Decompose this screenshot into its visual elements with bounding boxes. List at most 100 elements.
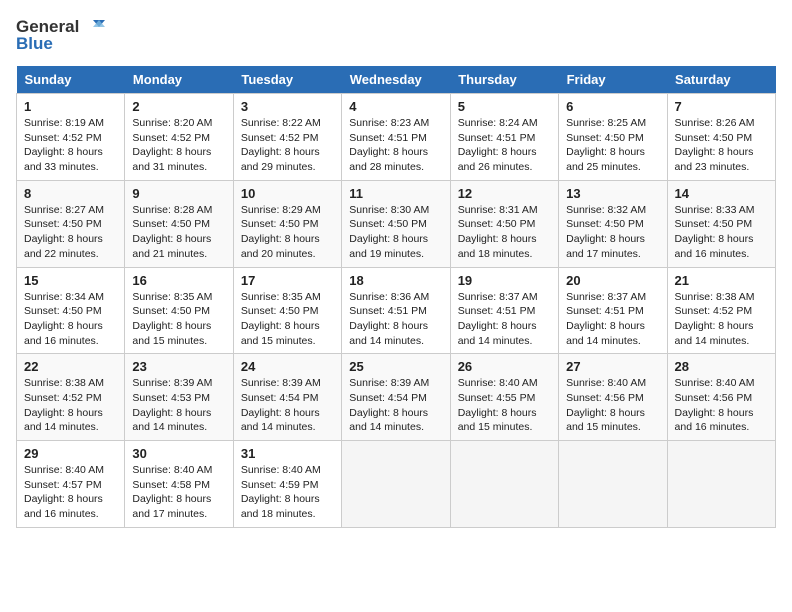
day-info: Sunrise: 8:32 AM Sunset: 4:50 PM Dayligh… xyxy=(566,203,659,262)
sunset-label: Sunset: 4:52 PM xyxy=(24,392,102,404)
sunset-label: Sunset: 4:56 PM xyxy=(675,392,753,404)
calendar-cell: 9 Sunrise: 8:28 AM Sunset: 4:50 PM Dayli… xyxy=(125,180,233,267)
sunset-label: Sunset: 4:50 PM xyxy=(24,305,102,317)
calendar-cell: 1 Sunrise: 8:19 AM Sunset: 4:52 PM Dayli… xyxy=(17,94,125,181)
col-header-saturday: Saturday xyxy=(667,66,775,94)
sunset-label: Sunset: 4:50 PM xyxy=(241,305,319,317)
sunrise-label: Sunrise: 8:34 AM xyxy=(24,291,104,303)
col-header-thursday: Thursday xyxy=(450,66,558,94)
daylight-label: Daylight: 8 hours and 20 minutes. xyxy=(241,233,320,260)
daylight-label: Daylight: 8 hours and 28 minutes. xyxy=(349,146,428,173)
day-number: 3 xyxy=(241,99,334,114)
day-info: Sunrise: 8:19 AM Sunset: 4:52 PM Dayligh… xyxy=(24,116,117,175)
sunrise-label: Sunrise: 8:35 AM xyxy=(241,291,321,303)
col-header-friday: Friday xyxy=(559,66,667,94)
col-header-wednesday: Wednesday xyxy=(342,66,450,94)
sunrise-label: Sunrise: 8:38 AM xyxy=(675,291,755,303)
sunrise-label: Sunrise: 8:19 AM xyxy=(24,117,104,129)
sunrise-label: Sunrise: 8:28 AM xyxy=(132,204,212,216)
daylight-label: Daylight: 8 hours and 15 minutes. xyxy=(566,407,645,434)
calendar-week-row: 29 Sunrise: 8:40 AM Sunset: 4:57 PM Dayl… xyxy=(17,441,776,528)
calendar-cell: 14 Sunrise: 8:33 AM Sunset: 4:50 PM Dayl… xyxy=(667,180,775,267)
daylight-label: Daylight: 8 hours and 31 minutes. xyxy=(132,146,211,173)
day-info: Sunrise: 8:25 AM Sunset: 4:50 PM Dayligh… xyxy=(566,116,659,175)
sunset-label: Sunset: 4:57 PM xyxy=(24,479,102,491)
col-header-sunday: Sunday xyxy=(17,66,125,94)
day-number: 27 xyxy=(566,359,659,374)
day-info: Sunrise: 8:40 AM Sunset: 4:57 PM Dayligh… xyxy=(24,463,117,522)
day-number: 12 xyxy=(458,186,551,201)
sunset-label: Sunset: 4:53 PM xyxy=(132,392,210,404)
page-header: General Blue xyxy=(16,16,776,54)
sunset-label: Sunset: 4:54 PM xyxy=(241,392,319,404)
calendar-cell xyxy=(342,441,450,528)
day-number: 19 xyxy=(458,273,551,288)
sunset-label: Sunset: 4:52 PM xyxy=(241,132,319,144)
day-info: Sunrise: 8:40 AM Sunset: 4:58 PM Dayligh… xyxy=(132,463,225,522)
calendar-cell: 21 Sunrise: 8:38 AM Sunset: 4:52 PM Dayl… xyxy=(667,267,775,354)
daylight-label: Daylight: 8 hours and 17 minutes. xyxy=(132,493,211,520)
calendar-cell: 18 Sunrise: 8:36 AM Sunset: 4:51 PM Dayl… xyxy=(342,267,450,354)
calendar-cell: 25 Sunrise: 8:39 AM Sunset: 4:54 PM Dayl… xyxy=(342,354,450,441)
sunset-label: Sunset: 4:50 PM xyxy=(24,218,102,230)
daylight-label: Daylight: 8 hours and 14 minutes. xyxy=(132,407,211,434)
calendar-cell: 11 Sunrise: 8:30 AM Sunset: 4:50 PM Dayl… xyxy=(342,180,450,267)
day-number: 21 xyxy=(675,273,768,288)
day-number: 17 xyxy=(241,273,334,288)
day-info: Sunrise: 8:30 AM Sunset: 4:50 PM Dayligh… xyxy=(349,203,442,262)
day-info: Sunrise: 8:33 AM Sunset: 4:50 PM Dayligh… xyxy=(675,203,768,262)
day-number: 1 xyxy=(24,99,117,114)
calendar-cell: 29 Sunrise: 8:40 AM Sunset: 4:57 PM Dayl… xyxy=(17,441,125,528)
calendar-week-row: 15 Sunrise: 8:34 AM Sunset: 4:50 PM Dayl… xyxy=(17,267,776,354)
calendar-cell: 28 Sunrise: 8:40 AM Sunset: 4:56 PM Dayl… xyxy=(667,354,775,441)
daylight-label: Daylight: 8 hours and 14 minutes. xyxy=(241,407,320,434)
day-number: 30 xyxy=(132,446,225,461)
day-info: Sunrise: 8:37 AM Sunset: 4:51 PM Dayligh… xyxy=(458,290,551,349)
sunrise-label: Sunrise: 8:33 AM xyxy=(675,204,755,216)
sunset-label: Sunset: 4:50 PM xyxy=(675,218,753,230)
day-number: 31 xyxy=(241,446,334,461)
sunrise-label: Sunrise: 8:40 AM xyxy=(458,377,538,389)
daylight-label: Daylight: 8 hours and 21 minutes. xyxy=(132,233,211,260)
sunrise-label: Sunrise: 8:38 AM xyxy=(24,377,104,389)
calendar-cell: 31 Sunrise: 8:40 AM Sunset: 4:59 PM Dayl… xyxy=(233,441,341,528)
daylight-label: Daylight: 8 hours and 14 minutes. xyxy=(349,407,428,434)
day-number: 28 xyxy=(675,359,768,374)
day-number: 20 xyxy=(566,273,659,288)
day-info: Sunrise: 8:39 AM Sunset: 4:54 PM Dayligh… xyxy=(349,376,442,435)
daylight-label: Daylight: 8 hours and 17 minutes. xyxy=(566,233,645,260)
daylight-label: Daylight: 8 hours and 16 minutes. xyxy=(675,407,754,434)
day-info: Sunrise: 8:35 AM Sunset: 4:50 PM Dayligh… xyxy=(132,290,225,349)
daylight-label: Daylight: 8 hours and 14 minutes. xyxy=(675,320,754,347)
day-number: 25 xyxy=(349,359,442,374)
calendar-cell: 26 Sunrise: 8:40 AM Sunset: 4:55 PM Dayl… xyxy=(450,354,558,441)
calendar-cell: 12 Sunrise: 8:31 AM Sunset: 4:50 PM Dayl… xyxy=(450,180,558,267)
sunrise-label: Sunrise: 8:32 AM xyxy=(566,204,646,216)
daylight-label: Daylight: 8 hours and 14 minutes. xyxy=(458,320,537,347)
sunrise-label: Sunrise: 8:30 AM xyxy=(349,204,429,216)
day-info: Sunrise: 8:24 AM Sunset: 4:51 PM Dayligh… xyxy=(458,116,551,175)
day-info: Sunrise: 8:28 AM Sunset: 4:50 PM Dayligh… xyxy=(132,203,225,262)
sunrise-label: Sunrise: 8:40 AM xyxy=(566,377,646,389)
day-info: Sunrise: 8:31 AM Sunset: 4:50 PM Dayligh… xyxy=(458,203,551,262)
sunset-label: Sunset: 4:52 PM xyxy=(24,132,102,144)
sunset-label: Sunset: 4:51 PM xyxy=(458,305,536,317)
sunrise-label: Sunrise: 8:25 AM xyxy=(566,117,646,129)
calendar-cell: 24 Sunrise: 8:39 AM Sunset: 4:54 PM Dayl… xyxy=(233,354,341,441)
day-info: Sunrise: 8:40 AM Sunset: 4:56 PM Dayligh… xyxy=(675,376,768,435)
day-number: 26 xyxy=(458,359,551,374)
day-info: Sunrise: 8:40 AM Sunset: 4:59 PM Dayligh… xyxy=(241,463,334,522)
day-info: Sunrise: 8:26 AM Sunset: 4:50 PM Dayligh… xyxy=(675,116,768,175)
day-info: Sunrise: 8:34 AM Sunset: 4:50 PM Dayligh… xyxy=(24,290,117,349)
sunset-label: Sunset: 4:55 PM xyxy=(458,392,536,404)
sunrise-label: Sunrise: 8:40 AM xyxy=(241,464,321,476)
calendar-cell: 22 Sunrise: 8:38 AM Sunset: 4:52 PM Dayl… xyxy=(17,354,125,441)
day-number: 24 xyxy=(241,359,334,374)
day-number: 13 xyxy=(566,186,659,201)
sunrise-label: Sunrise: 8:39 AM xyxy=(349,377,429,389)
sunrise-label: Sunrise: 8:40 AM xyxy=(132,464,212,476)
sunrise-label: Sunrise: 8:36 AM xyxy=(349,291,429,303)
calendar-cell: 27 Sunrise: 8:40 AM Sunset: 4:56 PM Dayl… xyxy=(559,354,667,441)
calendar-cell: 23 Sunrise: 8:39 AM Sunset: 4:53 PM Dayl… xyxy=(125,354,233,441)
sunrise-label: Sunrise: 8:23 AM xyxy=(349,117,429,129)
